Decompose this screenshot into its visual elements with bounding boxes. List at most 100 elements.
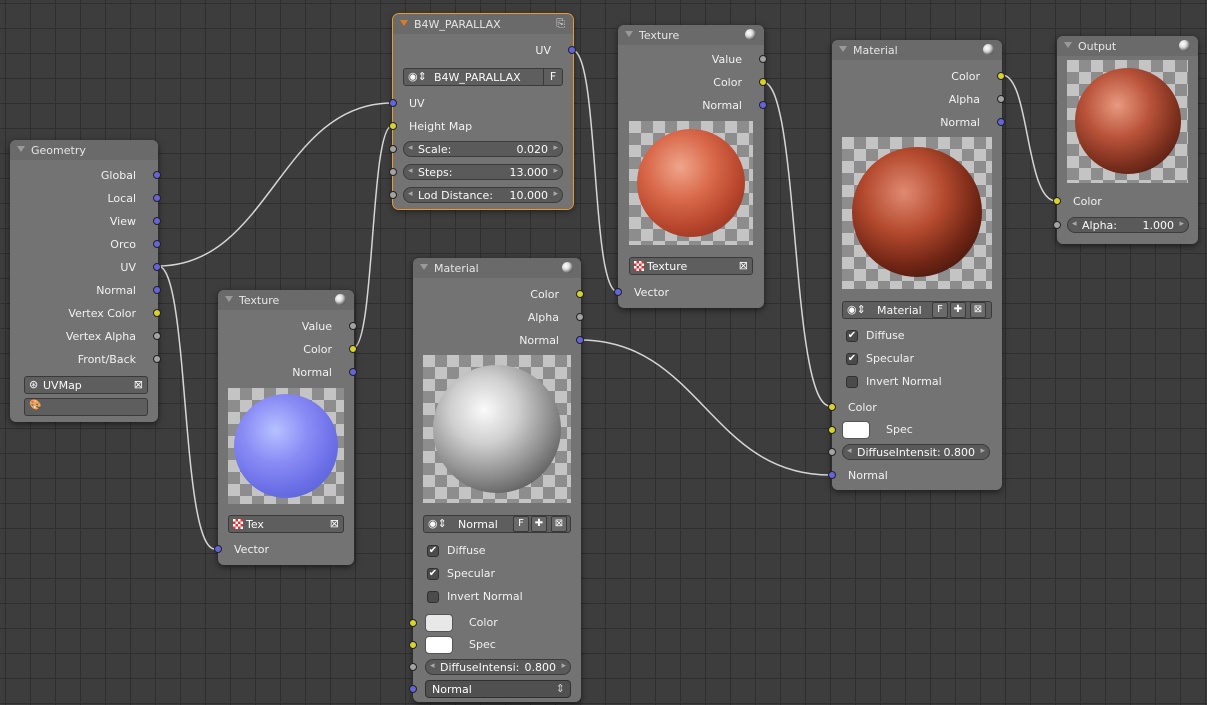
- socket-uv[interactable]: [153, 263, 161, 271]
- socket-in-color[interactable]: [828, 403, 836, 411]
- fake-user-button[interactable]: F: [932, 302, 948, 318]
- socket-view[interactable]: [153, 217, 161, 225]
- decrement-arrow-icon[interactable]: ◂: [408, 166, 413, 176]
- material-datablock-selector[interactable]: ◉⇕ Normal: [423, 515, 571, 533]
- socket-local[interactable]: [153, 194, 161, 202]
- add-material-icon[interactable]: ✚: [950, 302, 966, 318]
- socket-in-color[interactable]: [409, 619, 417, 627]
- socket-out-alpha[interactable]: [997, 95, 1005, 103]
- socket-in-spec[interactable]: [828, 426, 836, 434]
- socket-in-color[interactable]: [1053, 197, 1061, 205]
- fake-user-button[interactable]: F: [543, 69, 562, 85]
- specular-checkbox[interactable]: ✔: [846, 353, 858, 365]
- collapse-triangle-icon[interactable]: [225, 296, 233, 302]
- socket-out-uv[interactable]: [568, 46, 576, 54]
- socket-in-spec[interactable]: [409, 641, 417, 649]
- socket-in-vector[interactable]: [214, 545, 222, 553]
- decrement-arrow-icon[interactable]: ◂: [430, 661, 435, 671]
- alpha-field[interactable]: ◂ Alpha: 1.000 ▸: [1067, 217, 1189, 233]
- color-swatch[interactable]: [425, 614, 453, 632]
- parallax-node[interactable]: B4W_PARALLAX ⎘ UV ◉⇕ B4W_PARALLAX F UV H…: [389, 13, 576, 210]
- socket-in-diffuse-intensity[interactable]: [828, 448, 836, 456]
- diffuse-checkbox[interactable]: ✔: [427, 545, 439, 557]
- socket-out-normal[interactable]: [349, 368, 357, 376]
- steps-field[interactable]: ◂ Steps: 13.000 ▸: [403, 164, 563, 180]
- texture-preview-toggle-icon[interactable]: [745, 29, 756, 40]
- socket-normal[interactable]: [153, 286, 161, 294]
- geometry-node[interactable]: Geometry Global Local View Orco UV Norma…: [10, 140, 161, 422]
- collapse-triangle-icon[interactable]: [400, 20, 408, 26]
- socket-vertex-color[interactable]: [153, 309, 161, 317]
- unlink-material-icon[interactable]: ⊠: [970, 302, 986, 318]
- spec-swatch[interactable]: [425, 636, 453, 654]
- socket-out-normal[interactable]: [576, 336, 584, 344]
- texture-preview-toggle-icon[interactable]: [335, 294, 346, 305]
- socket-out-color[interactable]: [576, 290, 584, 298]
- output-node[interactable]: Output Color ◂ Alpha: 1.000 ▸: [1053, 36, 1198, 244]
- uvmap-field[interactable]: ⊛ UVMap ⊠: [24, 376, 148, 394]
- specular-checkbox[interactable]: ✔: [427, 568, 439, 580]
- node-editor-canvas[interactable]: Geometry Global Local View Orco UV Norma…: [0, 0, 1207, 705]
- fake-user-button[interactable]: F: [513, 516, 529, 532]
- material-node-header[interactable]: Material: [832, 40, 1002, 60]
- output-preview-toggle-icon[interactable]: [1179, 40, 1190, 51]
- spec-swatch[interactable]: [842, 421, 870, 439]
- socket-in-steps[interactable]: [389, 168, 397, 176]
- socket-in-height-map[interactable]: [389, 122, 397, 130]
- lod-distance-field[interactable]: ◂ Lod Distance: 10.000 ▸: [403, 187, 563, 203]
- increment-arrow-icon[interactable]: ▸: [1179, 219, 1184, 229]
- socket-out-value[interactable]: [349, 322, 357, 330]
- clear-icon[interactable]: ⊠: [134, 378, 143, 391]
- parallax-node-header[interactable]: B4W_PARALLAX ⎘: [393, 14, 573, 34]
- decrement-arrow-icon[interactable]: ◂: [847, 446, 852, 456]
- socket-front-back[interactable]: [153, 355, 161, 363]
- socket-vertex-alpha[interactable]: [153, 332, 161, 340]
- socket-in-normal[interactable]: [828, 471, 836, 479]
- socket-in-uv[interactable]: [389, 99, 397, 107]
- collapse-triangle-icon[interactable]: [1064, 42, 1072, 48]
- decrement-arrow-icon[interactable]: ◂: [408, 189, 413, 199]
- material-node-right[interactable]: Material Color Alpha Normal ◉⇕ Material …: [828, 40, 1005, 490]
- socket-out-normal[interactable]: [759, 101, 767, 109]
- clear-icon[interactable]: ⊠: [739, 259, 748, 272]
- collapse-triangle-icon[interactable]: [625, 31, 633, 37]
- scale-field[interactable]: ◂ Scale: 0.020 ▸: [403, 141, 563, 157]
- increment-arrow-icon[interactable]: ▸: [553, 143, 558, 153]
- material-preview-toggle-icon[interactable]: [983, 44, 994, 55]
- collapse-triangle-icon[interactable]: [420, 264, 428, 270]
- socket-in-alpha[interactable]: [1053, 221, 1061, 229]
- add-material-icon[interactable]: ✚: [531, 516, 547, 532]
- texture-node-top[interactable]: Texture Value Color Normal Texture ⊠ Vec…: [614, 25, 767, 308]
- socket-out-color[interactable]: [997, 72, 1005, 80]
- socket-out-normal[interactable]: [997, 118, 1005, 126]
- increment-arrow-icon[interactable]: ▸: [553, 166, 558, 176]
- unlink-material-icon[interactable]: ⊠: [551, 516, 567, 532]
- geometry-node-header[interactable]: Geometry: [10, 140, 158, 160]
- diffuse-intensity-field[interactable]: ◂ DiffuseIntensi: 0.800 ▸: [425, 659, 571, 675]
- invert-normal-checkbox[interactable]: [427, 591, 439, 603]
- increment-arrow-icon[interactable]: ▸: [980, 446, 985, 456]
- socket-out-alpha[interactable]: [576, 313, 584, 321]
- socket-in-vector[interactable]: [614, 288, 622, 296]
- node-group-icon[interactable]: ⎘: [556, 17, 565, 31]
- socket-in-lod-distance[interactable]: [389, 191, 397, 199]
- texture-datablock-field[interactable]: Texture ⊠: [629, 257, 753, 275]
- socket-in-scale[interactable]: [389, 145, 397, 153]
- group-datablock-selector[interactable]: ◉⇕ B4W_PARALLAX F: [403, 68, 563, 86]
- texture-node-left[interactable]: Texture Value Color Normal Tex ⊠ Vector: [214, 290, 357, 565]
- decrement-arrow-icon[interactable]: ◂: [408, 143, 413, 153]
- socket-global[interactable]: [153, 171, 161, 179]
- clear-icon[interactable]: ⊠: [330, 517, 339, 530]
- socket-in-diffuse-intensity[interactable]: [409, 663, 417, 671]
- socket-in-normal[interactable]: [409, 685, 417, 693]
- increment-arrow-icon[interactable]: ▸: [561, 661, 566, 671]
- diffuse-intensity-field[interactable]: ◂ DiffuseIntensit: 0.800 ▸: [842, 444, 990, 460]
- diffuse-checkbox[interactable]: ✔: [846, 330, 858, 342]
- output-node-header[interactable]: Output: [1057, 36, 1198, 56]
- vertex-color-layer-field[interactable]: 🎨: [24, 398, 148, 416]
- material-node-middle[interactable]: Material Color Alpha Normal ◉⇕ Normal F …: [409, 258, 584, 702]
- increment-arrow-icon[interactable]: ▸: [553, 189, 558, 199]
- texture-node-header[interactable]: Texture: [218, 290, 354, 310]
- texture-node-header[interactable]: Texture: [618, 25, 764, 45]
- socket-out-color[interactable]: [349, 345, 357, 353]
